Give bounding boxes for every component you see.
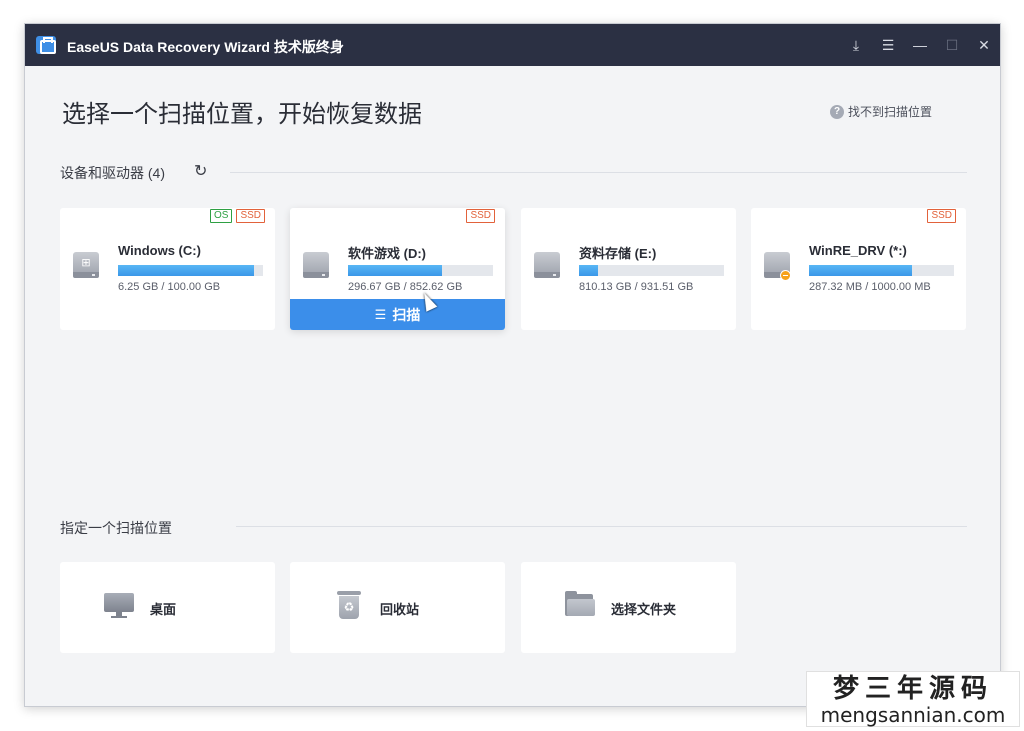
section-divider <box>230 172 967 173</box>
titlebar: EaseUS Data Recovery Wizard 技术版终身 ⤓ ☰ — … <box>25 24 1000 66</box>
hard-drive-icon <box>534 252 560 280</box>
drive-size: 287.32 MB / 1000.00 MB <box>809 281 931 293</box>
drive-tags: OS SSD <box>209 209 265 223</box>
windows-drive-icon: ⊞ <box>73 252 99 280</box>
scan-button-label: 扫描 <box>392 306 421 323</box>
ssd-tag: SSD <box>927 209 956 223</box>
usage-bar <box>118 265 263 276</box>
location-label: 选择文件夹 <box>611 602 677 617</box>
watermark: 梦三年源码 mengsannian.com <box>806 671 1020 727</box>
app-logo-icon <box>36 36 56 54</box>
drive-size: 296.67 GB / 852.62 GB <box>348 281 463 293</box>
app-title: EaseUS Data Recovery Wizard 技术版终身 <box>67 39 344 55</box>
drive-card-winre[interactable]: SSD WinRE_DRV (*:) 287.32 MB / 1000.00 M… <box>751 208 966 330</box>
watermark-en: mengsannian.com <box>820 703 1006 727</box>
devices-section-title: 设备和驱动器 (4) <box>60 165 165 181</box>
help-icon: ? <box>830 104 844 119</box>
close-button[interactable]: ✕ <box>968 24 1000 66</box>
page-title: 选择一个扫描位置，开始恢复数据 <box>62 101 422 128</box>
recycle-bin-icon: ♻ <box>334 591 364 619</box>
location-label: 回收站 <box>380 602 420 617</box>
drive-name: WinRE_DRV (*:) <box>809 243 907 258</box>
refresh-icon[interactable]: ↻ <box>194 164 210 180</box>
watermark-cn: 梦三年源码 <box>832 674 993 704</box>
help-link[interactable]: ? 找不到扫描位置 <box>830 103 932 120</box>
ssd-tag: SSD <box>236 209 265 223</box>
location-recycle-bin[interactable]: ♻ 回收站 <box>290 562 505 653</box>
os-tag: OS <box>209 209 233 223</box>
drive-name: 资料存储 (E:) <box>579 246 657 261</box>
location-select-folder[interactable]: 选择文件夹 <box>521 562 736 653</box>
usage-bar <box>579 265 724 276</box>
maximize-button[interactable]: ☐ <box>936 24 968 66</box>
help-link-label: 找不到扫描位置 <box>848 105 933 119</box>
window-controls: ⤓ ☰ — ☐ ✕ <box>840 24 1000 66</box>
ssd-tag: SSD <box>466 209 495 223</box>
app-window: EaseUS Data Recovery Wizard 技术版终身 ⤓ ☰ — … <box>24 23 1001 707</box>
drive-card-d[interactable]: SSD 软件游戏 (D:) 296.67 GB / 852.62 GB ☰ 扫描 <box>290 208 505 330</box>
drive-tags: SSD <box>927 209 956 223</box>
location-label: 桌面 <box>150 602 177 617</box>
drive-name: 软件游戏 (D:) <box>348 246 426 261</box>
menu-icon[interactable]: ☰ <box>872 24 904 66</box>
locations-section-title: 指定一个扫描位置 <box>60 520 172 536</box>
warning-drive-icon <box>764 252 791 281</box>
download-icon[interactable]: ⤓ <box>840 24 872 66</box>
minimize-button[interactable]: — <box>904 24 936 66</box>
drive-card-e[interactable]: 资料存储 (E:) 810.13 GB / 931.51 GB <box>521 208 736 330</box>
drive-size: 6.25 GB / 100.00 GB <box>118 281 221 293</box>
scan-button[interactable]: ☰ 扫描 <box>290 299 505 330</box>
folder-icon <box>565 591 595 619</box>
usage-bar <box>809 265 954 276</box>
desktop-monitor-icon <box>104 591 134 619</box>
drive-name: Windows (C:) <box>118 243 201 258</box>
usage-bar <box>348 265 493 276</box>
location-desktop[interactable]: 桌面 <box>60 562 275 653</box>
scan-icon: ☰ <box>374 306 387 322</box>
drive-size: 810.13 GB / 931.51 GB <box>579 281 694 293</box>
drive-tags: SSD <box>466 209 495 223</box>
hard-drive-icon <box>303 252 329 280</box>
drive-card-c[interactable]: OS SSD ⊞ Windows (C:) 6.25 GB / 100.00 G… <box>60 208 275 330</box>
section-divider <box>236 526 967 527</box>
